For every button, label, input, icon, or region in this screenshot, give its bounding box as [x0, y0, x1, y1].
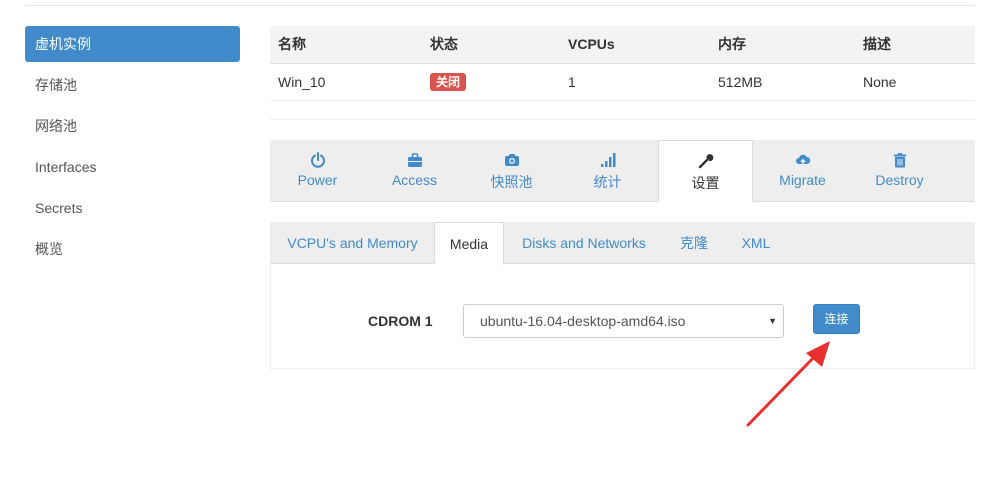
- top-divider: [25, 5, 975, 6]
- subtab-vcpu-memory[interactable]: VCPU's and Memory: [270, 222, 435, 264]
- subtab-clone[interactable]: 克隆: [666, 222, 722, 264]
- subtab-disks-networks[interactable]: Disks and Networks: [510, 222, 658, 264]
- wrench-icon: [698, 154, 713, 169]
- tab-access-label: Access: [391, 172, 438, 188]
- tab-access[interactable]: Access: [367, 140, 462, 202]
- settings-subtab-bar: VCPU's and Memory Media Disks and Networ…: [270, 222, 975, 265]
- camera-icon: [504, 154, 519, 166]
- tab-settings-label: 设置: [691, 175, 720, 191]
- cell-memory: 512MB: [710, 63, 855, 101]
- tab-stats-label: 统计: [593, 174, 622, 190]
- tab-stats[interactable]: 统计: [560, 140, 655, 202]
- tab-snapshots-label: 快照池: [490, 174, 533, 190]
- cell-status: 关闭: [422, 63, 560, 101]
- tab-destroy[interactable]: Destroy: [852, 140, 947, 202]
- tab-power[interactable]: Power: [270, 140, 365, 202]
- sidebar-item-storage-pools[interactable]: 存储池: [25, 67, 240, 103]
- column-header-memory: 内存: [710, 26, 855, 64]
- sidebar-item-instances[interactable]: 虚机实例: [25, 26, 240, 62]
- sidebar: 虚机实例 存储池 网络池 Interfaces Secrets 概览: [25, 26, 240, 272]
- signal-icon: [600, 153, 615, 167]
- subtab-xml[interactable]: XML: [732, 222, 780, 264]
- instance-table: 名称 状态 VCPUs 内存 描述 Win_10 关闭 1 512MB None: [270, 26, 975, 101]
- annotation-arrow-icon: [746, 341, 830, 427]
- status-badge: 关闭: [430, 72, 467, 91]
- iso-select-value: ubuntu-16.04-desktop-amd64.iso: [480, 313, 686, 329]
- sidebar-item-overview[interactable]: 概览: [25, 231, 240, 267]
- sidebar-item-network-pools[interactable]: 网络池: [25, 108, 240, 144]
- column-header-status: 状态: [422, 26, 560, 64]
- connect-button[interactable]: 连接: [813, 304, 860, 334]
- action-tab-bar: Power Access 快照池 统计 设置 Migrate Destroy: [270, 140, 975, 203]
- cdrom-label: CDROM 1: [368, 313, 433, 329]
- caret-down-icon: ▼: [768, 316, 777, 326]
- sidebar-item-interfaces[interactable]: Interfaces: [25, 149, 240, 185]
- cell-vcpus: 1: [560, 63, 710, 101]
- tab-destroy-label: Destroy: [875, 172, 924, 188]
- table-header-row: 名称 状态 VCPUs 内存 描述: [270, 26, 975, 64]
- power-icon: [310, 152, 325, 168]
- media-panel: CDROM 1 ubuntu-16.04-desktop-amd64.iso ▼…: [270, 264, 975, 369]
- column-header-description: 描述: [855, 26, 975, 64]
- table-row: Win_10 关闭 1 512MB None: [270, 63, 975, 101]
- section-divider: [270, 119, 975, 120]
- tab-migrate-label: Migrate: [779, 172, 826, 188]
- subtab-media[interactable]: Media: [434, 222, 504, 265]
- tab-snapshots[interactable]: 快照池: [464, 140, 559, 202]
- tab-power-label: Power: [297, 172, 338, 188]
- sidebar-item-secrets[interactable]: Secrets: [25, 190, 240, 226]
- cell-description: None: [855, 63, 975, 101]
- column-header-vcpus: VCPUs: [560, 26, 710, 64]
- cell-name: Win_10: [270, 63, 422, 101]
- tab-settings[interactable]: 设置: [658, 140, 753, 203]
- briefcase-icon: [407, 153, 422, 167]
- tab-migrate[interactable]: Migrate: [755, 140, 850, 202]
- cloud-upload-icon: [795, 154, 810, 166]
- trash-icon: [893, 153, 906, 168]
- iso-select[interactable]: ubuntu-16.04-desktop-amd64.iso ▼: [463, 304, 784, 338]
- column-header-name: 名称: [270, 26, 422, 64]
